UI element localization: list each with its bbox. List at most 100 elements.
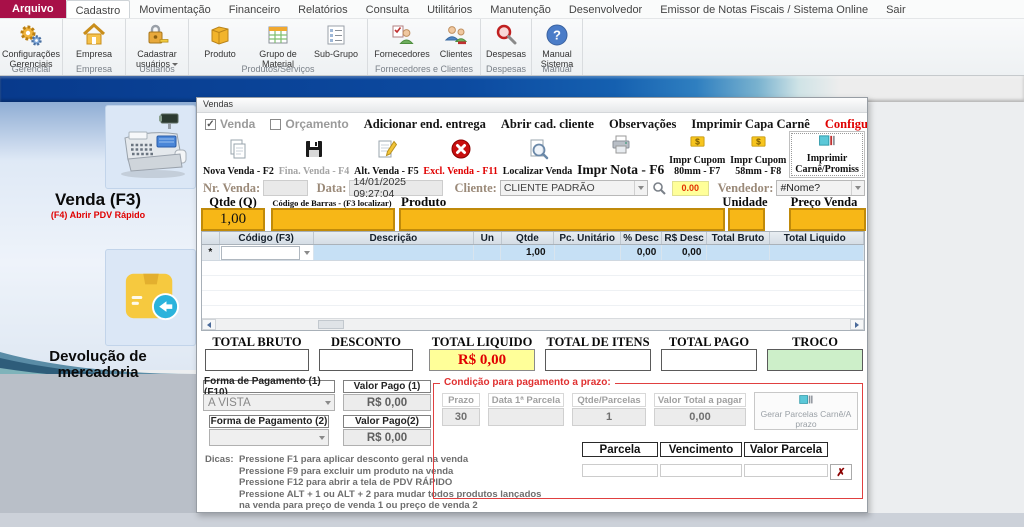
forma-pagamento-2-label: Forma de Pagamento (2): [209, 415, 329, 428]
checkbox-checked-icon: ✓: [205, 119, 216, 130]
unidade-input[interactable]: [728, 208, 765, 231]
vencimento-input[interactable]: [660, 464, 742, 477]
search-document-icon: [527, 138, 549, 165]
menu-item-cadastro[interactable]: Cadastro: [66, 0, 131, 18]
home-icon: [81, 22, 107, 48]
scroll-left-arrow[interactable]: [202, 319, 216, 330]
grid-active-row[interactable]: * 1,00 0,00 0,00: [202, 245, 864, 261]
valor-pago-2-box: R$ 0,00: [343, 429, 431, 446]
col-total-liquido[interactable]: Total Liquido: [770, 232, 864, 244]
ribbon-button-produto[interactable]: Produto: [191, 20, 249, 69]
nr-venda-input[interactable]: [263, 180, 307, 196]
ribbon-button-despesas[interactable]: Despesas: [483, 20, 529, 64]
menu-item-financeiro[interactable]: Financeiro: [220, 0, 289, 18]
grid-horizontal-scrollbar[interactable]: [202, 318, 864, 330]
menu-item-utilitarios[interactable]: Utilitários: [418, 0, 481, 18]
sidebar-lower-area: [0, 374, 196, 527]
toolbar-button-label: Nova Venda - F2: [203, 167, 274, 178]
col-qtde[interactable]: Qtde: [502, 232, 555, 244]
grid-icon: [265, 22, 291, 48]
localizar-venda-button[interactable]: Localizar Venda: [501, 137, 575, 179]
menu-item-consulta[interactable]: Consulta: [357, 0, 418, 18]
menu-item-sair[interactable]: Sair: [877, 0, 915, 18]
cliente-combo[interactable]: CLIENTE PADRÃO: [500, 180, 648, 196]
col-rs-desc[interactable]: R$ Desc: [662, 232, 707, 244]
vendedor-combo[interactable]: #Nome?: [776, 180, 865, 196]
troco-label: TROCO: [767, 335, 863, 350]
imprimir-cupom-58mm-button[interactable]: $ Impr Cupom58mm - F8: [728, 133, 788, 178]
ribbon-button-sub-grupo[interactable]: Sub-Grupo: [307, 20, 365, 69]
nova-venda-button[interactable]: Nova Venda - F2: [201, 137, 276, 179]
alterar-venda-button[interactable]: Alt. Venda - F5: [352, 137, 420, 179]
menu-item-relatorios[interactable]: Relatórios: [289, 0, 357, 18]
ribbon-button-clientes[interactable]: Clientes: [434, 20, 478, 64]
ribbon-button-grupo-material[interactable]: Grupo de Material: [249, 20, 307, 69]
col-total-bruto[interactable]: Total Bruto: [707, 232, 770, 244]
observacoes-link[interactable]: Observações: [609, 117, 676, 132]
excluir-parcela-button[interactable]: ✗: [830, 464, 852, 480]
imprimir-nota-button[interactable]: Impr Nota - F6: [575, 133, 666, 178]
scroll-thumb[interactable]: [318, 320, 344, 329]
finalizar-venda-button[interactable]: Fina. Venda - F4: [277, 137, 352, 179]
ribbon-group-produtos-servicos: Produto Grupo de Material Sub-Grupo Prod…: [189, 19, 368, 75]
devolucao-panel-button[interactable]: [105, 249, 196, 346]
prazo-field-label: Prazo: [442, 393, 480, 407]
gerar-parcelas-button[interactable]: Gerar Parcelas Carnê/A prazo: [754, 392, 858, 430]
cupom-icon: $: [751, 134, 766, 154]
menu-item-arquivo[interactable]: Arquivo: [0, 0, 66, 18]
toolbar-button-label: Impr Cupom80mm - F7: [669, 156, 725, 177]
ribbon-button-manual-sistema[interactable]: ? Manual Sistema: [534, 20, 580, 69]
qtde-parcelas-input[interactable]: 1: [572, 408, 646, 426]
carne-bars-icon: [798, 394, 814, 407]
cliente-search-button[interactable]: [652, 181, 666, 195]
imprimir-cupom-80mm-button[interactable]: $ Impr Cupom80mm - F7: [667, 133, 727, 178]
box-icon: [207, 22, 233, 48]
scroll-right-arrow[interactable]: [850, 319, 864, 330]
prazo-legend: Condição para pagamento a prazo:: [440, 377, 615, 388]
col-pct-desc[interactable]: % Desc: [621, 232, 662, 244]
produto-input[interactable]: [399, 208, 725, 231]
col-un[interactable]: Un: [474, 232, 501, 244]
preco-venda-input[interactable]: [789, 208, 866, 231]
parcela-input[interactable]: [582, 464, 658, 477]
codigo-cell-combo[interactable]: [220, 245, 314, 260]
ribbon-button-fornecedores[interactable]: Fornecedores: [370, 20, 434, 64]
valor-total-pagar-input[interactable]: 0,00: [654, 408, 746, 426]
devolucao-title-line2[interactable]: mercadoria: [0, 364, 196, 381]
total-liquido-cell: [770, 245, 864, 260]
imprimir-carne-button[interactable]: ImprimirCarnê/Promiss: [789, 131, 865, 178]
venda-checkbox[interactable]: ✓Venda: [205, 117, 255, 131]
data-primeira-parcela-input[interactable]: [488, 408, 564, 426]
menu-item-desenvolvedor[interactable]: Desenvolvedor: [560, 0, 651, 18]
ribbon-button-empresa[interactable]: Empresa: [65, 20, 123, 64]
venda-panel-button[interactable]: [105, 105, 196, 189]
forma-pagamento-1-combo[interactable]: A VISTA: [203, 394, 335, 411]
menu-item-movimentacao[interactable]: Movimentação: [130, 0, 220, 18]
links-row: ✓Venda Orçamento Adicionar end. entrega …: [205, 116, 863, 132]
col-descricao[interactable]: Descrição: [314, 232, 475, 244]
valor-parcela-input[interactable]: [744, 464, 828, 477]
barcode-input[interactable]: [271, 208, 395, 231]
grid-header: Código (F3) Descrição Un Qtde Pc. Unitár…: [202, 232, 864, 245]
excluir-venda-button[interactable]: Excl. Venda - F11: [421, 137, 499, 179]
qtde-input[interactable]: 1,00: [201, 208, 265, 231]
ribbon-button-cadastrar-usuarios[interactable]: Cadastrar usuários: [128, 20, 186, 69]
adicionar-endereco-link[interactable]: Adicionar end. entrega: [364, 117, 486, 132]
ribbon-button-label: Produto: [204, 49, 236, 59]
imprimir-capa-carne-link[interactable]: Imprimir Capa Carnê: [691, 117, 810, 132]
venda-panel-title[interactable]: Venda (F3): [0, 190, 196, 210]
chevron-down-icon: [634, 181, 647, 195]
ribbon-button-configuracoes-gerenciais[interactable]: Configurações Gerenciais: [2, 20, 60, 69]
col-codigo[interactable]: Código (F3): [220, 232, 314, 244]
menu-item-emissor-nf[interactable]: Emissor de Notas Fiscais / Sistema Onlin…: [651, 0, 877, 18]
menu-item-manutencao[interactable]: Manutenção: [481, 0, 560, 18]
devolucao-title-line1[interactable]: Devolução de: [0, 348, 196, 365]
forma-pagamento-2-combo[interactable]: [209, 429, 329, 446]
orcamento-checkbox[interactable]: Orçamento: [270, 117, 348, 131]
abrir-cad-cliente-link[interactable]: Abrir cad. cliente: [501, 117, 594, 132]
gears-icon: [18, 22, 44, 48]
configuracao-tela-vendas-link[interactable]: Configuração Tela Vendas: [825, 117, 867, 132]
col-pc-unitario[interactable]: Pc. Unitário: [554, 232, 621, 244]
prazo-field-input[interactable]: 30: [442, 408, 480, 426]
window-titlebar[interactable]: Vendas: [197, 98, 867, 113]
